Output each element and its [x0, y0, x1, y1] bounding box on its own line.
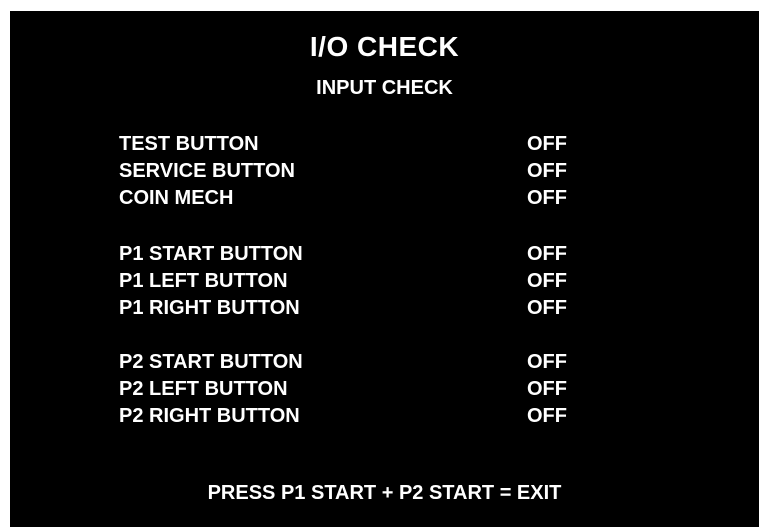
input-label: P1 RIGHT BUTTON: [119, 297, 300, 319]
page-title: I/O CHECK: [309, 31, 460, 62]
exit-instruction: PRESS P1 START + P2 START = EXIT: [207, 482, 562, 504]
input-status: OFF: [527, 405, 567, 427]
input-row-p2-start: P2 START BUTTON OFF: [119, 349, 679, 376]
input-row-service-button: SERVICE BUTTON OFF: [119, 158, 679, 185]
input-status: OFF: [527, 378, 567, 400]
input-label: P2 RIGHT BUTTON: [119, 405, 300, 427]
input-status: OFF: [527, 270, 567, 292]
input-label: TEST BUTTON: [119, 133, 259, 155]
input-status: OFF: [527, 351, 567, 373]
input-row-test-button: TEST BUTTON OFF: [119, 131, 679, 158]
input-row-p1-start: P1 START BUTTON OFF: [119, 241, 679, 268]
io-check-screen: I/O CHECK INPUT CHECK TEST BUTTON OFF SE…: [10, 11, 759, 527]
input-status: OFF: [527, 243, 567, 265]
input-label: SERVICE BUTTON: [119, 160, 295, 182]
system-inputs-group: TEST BUTTON OFF SERVICE BUTTON OFF COIN …: [119, 131, 679, 212]
input-row-p2-left: P2 LEFT BUTTON OFF: [119, 376, 679, 403]
page-subtitle: INPUT CHECK: [316, 77, 453, 99]
input-label: P1 START BUTTON: [119, 243, 303, 265]
player1-inputs-group: P1 START BUTTON OFF P1 LEFT BUTTON OFF P…: [119, 241, 679, 322]
input-status: OFF: [527, 297, 567, 319]
input-status: OFF: [527, 160, 567, 182]
input-label: COIN MECH: [119, 187, 234, 209]
input-row-p1-left: P1 LEFT BUTTON OFF: [119, 268, 679, 295]
input-label: P1 LEFT BUTTON: [119, 270, 288, 292]
input-status: OFF: [527, 187, 567, 209]
player2-inputs-group: P2 START BUTTON OFF P2 LEFT BUTTON OFF P…: [119, 349, 679, 430]
input-row-p2-right: P2 RIGHT BUTTON OFF: [119, 403, 679, 430]
input-row-coin-mech: COIN MECH OFF: [119, 185, 679, 212]
input-label: P2 LEFT BUTTON: [119, 378, 288, 400]
input-row-p1-right: P1 RIGHT BUTTON OFF: [119, 295, 679, 322]
input-status: OFF: [527, 133, 567, 155]
input-label: P2 START BUTTON: [119, 351, 303, 373]
